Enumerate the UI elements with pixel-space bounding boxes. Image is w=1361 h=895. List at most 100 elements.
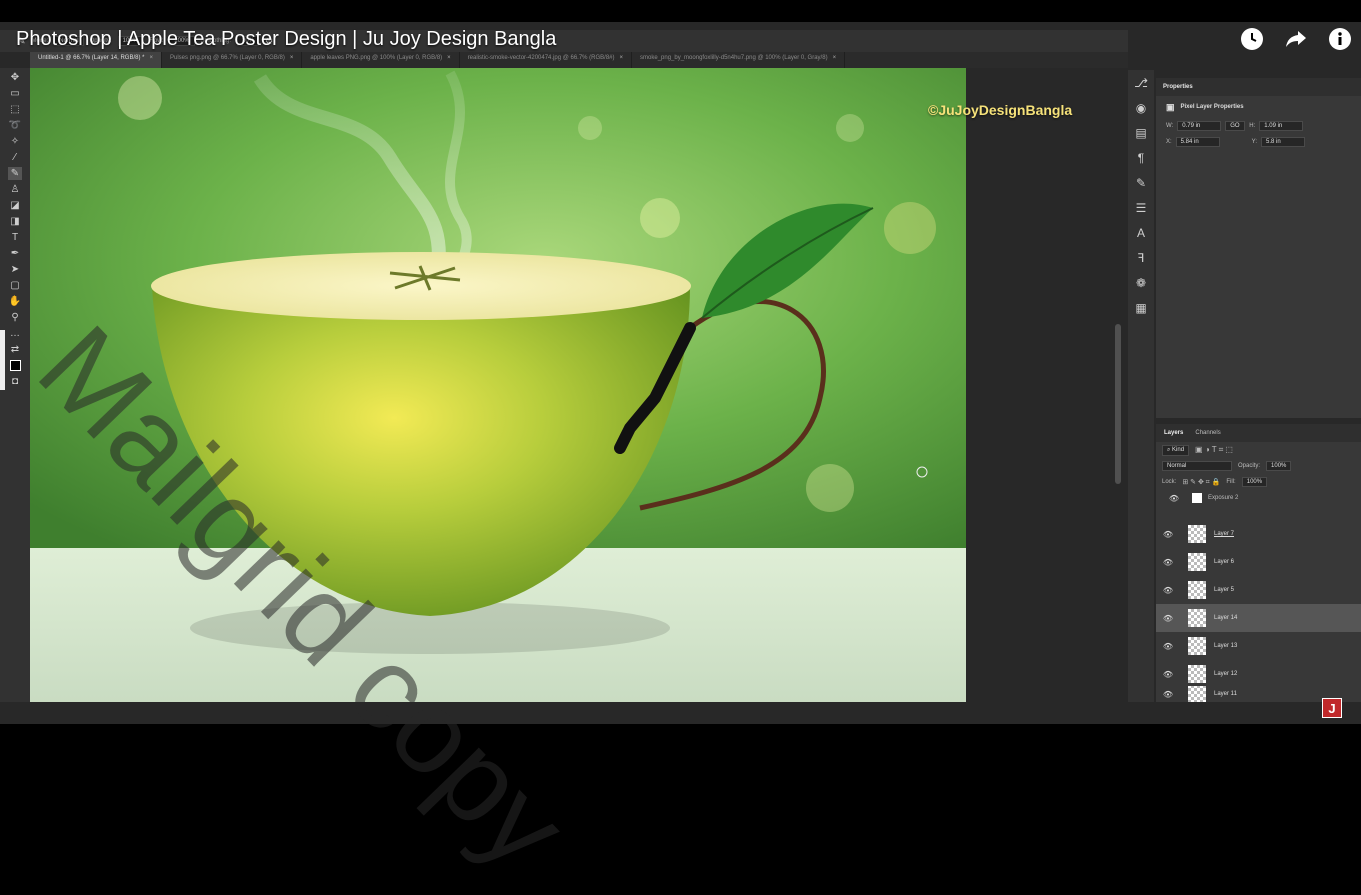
mask-thumbnail — [1192, 493, 1202, 503]
adjustment-layer-row[interactable]: 👁 Exposure 2 — [1156, 490, 1361, 506]
blend-mode-select[interactable]: Normal — [1162, 461, 1232, 471]
gradient-tool-icon[interactable]: ◨ — [8, 215, 22, 228]
lock-row: Lock: ⊞ ✎ ✥ ⌗ 🔒 Fill: 100% — [1156, 474, 1361, 490]
layer-name: Layer 13 — [1214, 643, 1238, 649]
pen-tool-icon[interactable]: ✒ — [8, 247, 22, 260]
history-icon[interactable]: ⎇ — [1134, 76, 1148, 90]
eye-icon[interactable]: 👁 — [1156, 670, 1180, 679]
tab-channels[interactable]: Channels — [1195, 430, 1220, 436]
clock-icon[interactable] — [1239, 26, 1265, 52]
move-tool-icon[interactable]: ✥ — [8, 71, 22, 84]
eye-icon[interactable]: 👁 — [1156, 690, 1180, 699]
layer-row-selected[interactable]: 👁 Layer 14 — [1156, 604, 1361, 632]
canvas-area — [30, 68, 1128, 702]
tab-smoke-png[interactable]: smoke_png_by_moongfoxlilly-d5n4hu7.png @… — [632, 52, 846, 68]
tab-realistic-smoke[interactable]: realistic-smoke-vector-4200474.jpg @ 66.… — [460, 52, 633, 68]
zoom-tool-icon[interactable]: ⚲ — [8, 311, 22, 324]
paragraph-icon[interactable]: ¶ — [1134, 151, 1148, 165]
close-icon[interactable]: × — [833, 55, 837, 61]
swatches-icon[interactable]: ❁ — [1134, 276, 1148, 290]
eraser-tool-icon[interactable]: ◪ — [8, 199, 22, 212]
layer-thumbnail — [1188, 637, 1206, 655]
position-row: X: 5.84 in Y: 5.8 in — [1156, 134, 1361, 150]
eye-icon[interactable]: 👁 — [1162, 494, 1186, 503]
quick-mask-icon[interactable]: ◘ — [8, 375, 22, 388]
hand-tool-icon[interactable]: ✋ — [8, 295, 22, 308]
shape-tool-icon[interactable]: ▢ — [8, 279, 22, 292]
fill-field[interactable]: 100% — [1241, 477, 1268, 487]
table-icon[interactable]: ▦ — [1134, 301, 1148, 315]
tab-label: realistic-smoke-vector-4200474.jpg @ 66.… — [467, 55, 615, 61]
swap-colors-icon[interactable]: ⇄ — [8, 343, 22, 356]
artboard-tool-icon[interactable]: ▭ — [8, 87, 22, 100]
width-field[interactable]: 0.79 in — [1177, 121, 1222, 131]
layer-row[interactable]: 👁 Layer 6 — [1156, 548, 1361, 576]
magic-wand-icon[interactable]: ✧ — [8, 135, 22, 148]
glyphs-icon[interactable]: ꟻ — [1134, 251, 1148, 265]
tab-apple-leaves[interactable]: apple leaves PNG.png @ 100% (Layer 0, RG… — [302, 52, 460, 68]
layer-name: Layer 6 — [1214, 559, 1235, 565]
lock-icons[interactable]: ⊞ ✎ ✥ ⌗ 🔒 — [1182, 478, 1220, 487]
layer-opacity-field[interactable]: 100% — [1266, 461, 1292, 471]
tab-layers[interactable]: Layers — [1164, 430, 1183, 436]
info-icon[interactable] — [1327, 26, 1353, 52]
close-icon[interactable]: × — [290, 55, 294, 61]
layer-thumbnail — [1188, 609, 1206, 627]
properties-icon[interactable]: ▤ — [1134, 126, 1148, 140]
close-icon[interactable]: × — [447, 55, 451, 61]
channel-badge[interactable]: J — [1322, 698, 1342, 718]
tab-pulses[interactable]: Pulses png.png @ 66.7% (Layer 0, RGB/8) × — [162, 52, 303, 68]
layer-name: Exposure 2 — [1208, 495, 1239, 501]
more-tools-icon[interactable]: … — [8, 327, 22, 340]
filter-icons[interactable]: ▣ ◑ T ⌗ ⬚ — [1195, 445, 1233, 455]
w-label: W: — [1166, 123, 1174, 129]
eye-icon[interactable]: 👁 — [1156, 586, 1180, 595]
layer-thumbnail — [1188, 686, 1206, 702]
lasso-tool-icon[interactable]: ➰ — [8, 119, 22, 132]
adjustments-icon[interactable]: ☰ — [1134, 201, 1148, 215]
brush-tool-icon[interactable]: ✎ — [8, 167, 22, 180]
x-label: X: — [1166, 139, 1172, 145]
tab-untitled-1[interactable]: Untitled-1 @ 66.7% (Layer 14, RGB/8) * × — [30, 52, 162, 68]
layer-row[interactable]: 👁 Layer 7 — [1156, 520, 1361, 548]
kind-label: Kind — [1172, 446, 1185, 453]
y-label: Y: — [1251, 139, 1258, 145]
character-icon[interactable]: A — [1134, 226, 1148, 240]
eye-icon[interactable]: 👁 — [1156, 558, 1180, 567]
layer-row[interactable]: 👁 Layer 5 — [1156, 576, 1361, 604]
layer-name: Layer 14 — [1214, 615, 1238, 621]
stamp-tool-icon[interactable]: ♙ — [8, 183, 22, 196]
lock-label: Lock: — [1162, 479, 1177, 485]
brushes-icon[interactable]: ✎ — [1134, 176, 1148, 190]
layer-thumbnail — [1188, 553, 1206, 571]
eye-icon[interactable]: 👁 — [1156, 614, 1180, 623]
layer-row[interactable]: 👁 Layer 12 — [1156, 660, 1361, 688]
apple-tea-artwork[interactable] — [30, 68, 966, 702]
link-button[interactable]: GO — [1225, 121, 1246, 131]
share-icon[interactable] — [1283, 26, 1309, 52]
y-field[interactable]: 5.8 in — [1261, 137, 1306, 147]
fill-label: Fill: — [1226, 479, 1236, 485]
x-field[interactable]: 5.84 in — [1175, 137, 1220, 147]
foreground-color-swatch[interactable] — [8, 359, 22, 372]
type-tool-icon[interactable]: T — [8, 231, 22, 244]
close-icon[interactable]: × — [149, 55, 153, 61]
marquee-tool-icon[interactable]: ⬚ — [8, 103, 22, 116]
layer-name: Layer 11 — [1214, 691, 1237, 697]
layer-thumbnail — [1188, 525, 1206, 543]
layer-thumbnail — [1188, 665, 1206, 683]
pixel-layer-properties: ▣ Pixel Layer Properties — [1156, 96, 1361, 118]
libraries-icon[interactable]: ◉ — [1134, 101, 1148, 115]
eyedropper-icon[interactable]: ⁄ — [8, 151, 22, 164]
eye-icon[interactable]: 👁 — [1156, 530, 1180, 539]
document-tabs: Untitled-1 @ 66.7% (Layer 14, RGB/8) * × … — [30, 52, 1128, 68]
kind-filter-select[interactable]: ⌕ Kind — [1162, 444, 1190, 456]
opacity-label: Opacity: — [1238, 463, 1261, 469]
path-select-icon[interactable]: ➤ — [8, 263, 22, 276]
canvas-scrollbar[interactable] — [1115, 324, 1121, 484]
close-icon[interactable]: × — [620, 55, 624, 61]
eye-icon[interactable]: 👁 — [1156, 642, 1180, 651]
layer-thumbnail — [1188, 581, 1206, 599]
layer-row[interactable]: 👁 Layer 13 — [1156, 632, 1361, 660]
height-field[interactable]: 1.09 in — [1259, 121, 1304, 131]
